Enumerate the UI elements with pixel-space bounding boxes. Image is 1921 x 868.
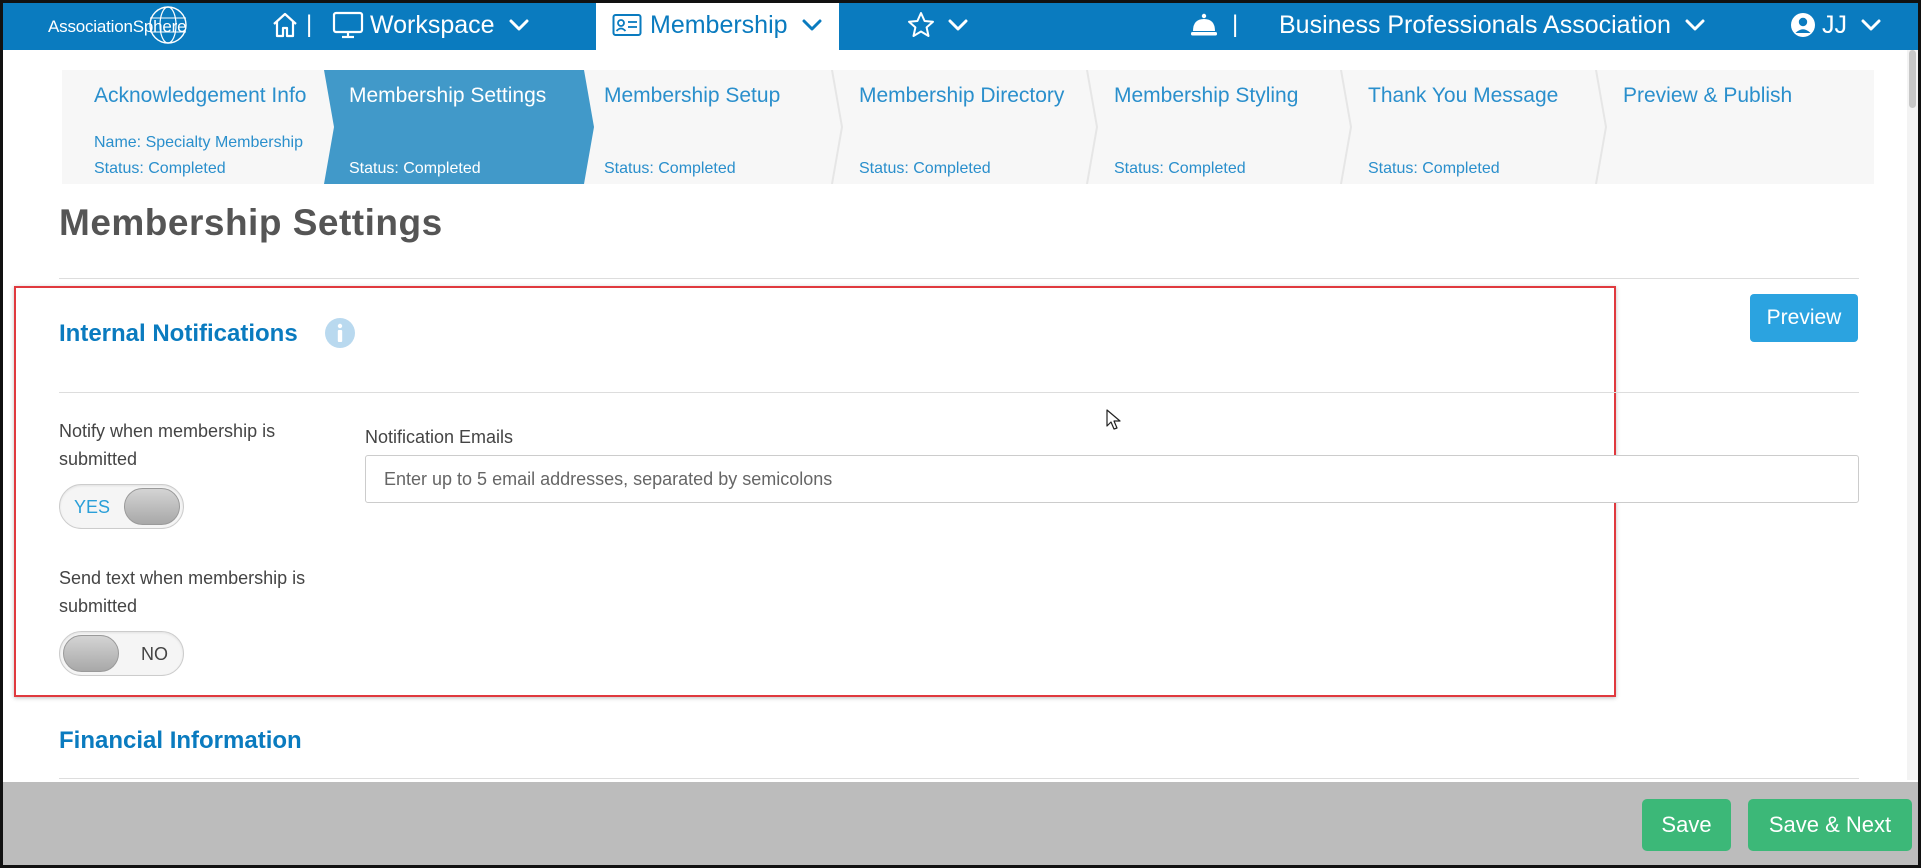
star-icon [908, 12, 934, 37]
page-title: Membership Settings [59, 202, 443, 243]
notification-emails-label: Notification Emails [365, 427, 514, 447]
step-status: Status: Completed [1368, 160, 1500, 177]
section-divider [59, 392, 1859, 393]
step-membership-setup[interactable]: Membership Setup Status: Completed [572, 70, 827, 184]
organization-menu[interactable]: Business Professionals Association [1279, 0, 1705, 50]
membership-label: Membership [650, 10, 788, 39]
monitor-icon [332, 11, 364, 39]
notification-emails-input[interactable] [365, 455, 1859, 503]
step-title: Preview & Publish [1623, 84, 1793, 107]
membership-menu[interactable]: Membership [596, 0, 839, 50]
favorites-menu[interactable] [906, 0, 968, 50]
financial-information-title: Financial Information [59, 727, 302, 754]
step-thank-you-message[interactable]: Thank You Message Status: Completed [1336, 70, 1591, 184]
step-membership-directory[interactable]: Membership Directory Status: Completed [827, 70, 1082, 184]
id-card-icon [612, 14, 642, 36]
notify-submitted-label: Notify when membership is submitted [59, 421, 276, 469]
association-sphere-logo[interactable]: AssociationSphere [48, 4, 198, 46]
info-icon[interactable] [324, 317, 356, 349]
bell-icon [1191, 13, 1217, 36]
step-status: Status: Completed [349, 160, 481, 177]
workspace-menu[interactable]: Workspace [332, 0, 529, 50]
user-initials: JJ [1822, 10, 1847, 39]
step-acknowledgement-info[interactable]: Acknowledgement Info Name: Specialty Mem… [62, 70, 324, 184]
toggle-state-text: YES [74, 497, 111, 517]
mouse-cursor-icon [1106, 409, 1121, 430]
chevron-down-icon [1685, 19, 1705, 31]
step-title: Membership Styling [1114, 84, 1299, 107]
step-membership-styling[interactable]: Membership Styling Status: Completed [1082, 70, 1337, 184]
top-navigation-bar: AssociationSphere | Workspace Membership… [0, 0, 1921, 50]
step-membership-settings[interactable]: Membership Settings Status: Completed [317, 70, 587, 184]
step-status: Status: Completed [604, 160, 736, 177]
step-status: Status: Completed [94, 160, 226, 177]
toggle-state-text: NO [141, 644, 168, 664]
internal-notifications-title: Internal Notifications [59, 320, 298, 347]
save-next-button[interactable]: Save & Next [1748, 799, 1912, 851]
step-name: Name: Specialty Membership [94, 134, 303, 151]
toggle-knob [63, 635, 119, 672]
section-divider [59, 778, 1859, 779]
step-title: Membership Settings [349, 84, 547, 107]
step-status: Status: Completed [1114, 160, 1246, 177]
scrollbar-thumb[interactable] [1909, 50, 1916, 108]
step-title: Membership Setup [604, 84, 781, 107]
home-nav[interactable]: | [270, 0, 318, 50]
nav-separator: | [306, 11, 313, 38]
step-title: Acknowledgement Info [94, 84, 307, 107]
step-status: Status: Completed [859, 160, 991, 177]
save-button[interactable]: Save [1642, 799, 1731, 851]
organization-name: Business Professionals Association [1279, 10, 1671, 39]
chevron-down-icon [509, 19, 529, 31]
step-title: Membership Directory [859, 84, 1065, 107]
step-preview-publish[interactable]: Preview & Publish [1591, 70, 1874, 184]
footer-bar [0, 782, 1921, 868]
send-text-toggle[interactable]: NO [59, 631, 184, 676]
nav-separator: | [1232, 11, 1239, 38]
notify-submitted-toggle[interactable]: YES [59, 484, 184, 529]
toggle-knob [124, 488, 180, 525]
chevron-down-icon [1861, 19, 1881, 31]
workspace-label: Workspace [370, 10, 495, 39]
home-icon [273, 12, 297, 38]
title-divider [59, 278, 1859, 279]
page-scrollbar[interactable] [1907, 50, 1918, 780]
notifications-nav[interactable]: | [1190, 0, 1244, 50]
globe-logo-icon [149, 6, 187, 44]
user-circle-icon [1791, 13, 1815, 37]
chevron-down-icon [948, 19, 968, 31]
step-title: Thank You Message [1368, 84, 1559, 107]
user-menu[interactable]: JJ [1790, 0, 1881, 50]
chevron-down-icon [802, 19, 822, 31]
send-text-label: Send text when membership is submitted [59, 568, 306, 616]
preview-button[interactable]: Preview [1750, 294, 1858, 342]
step-wizard: Acknowledgement Info Name: Specialty Mem… [62, 70, 1874, 184]
